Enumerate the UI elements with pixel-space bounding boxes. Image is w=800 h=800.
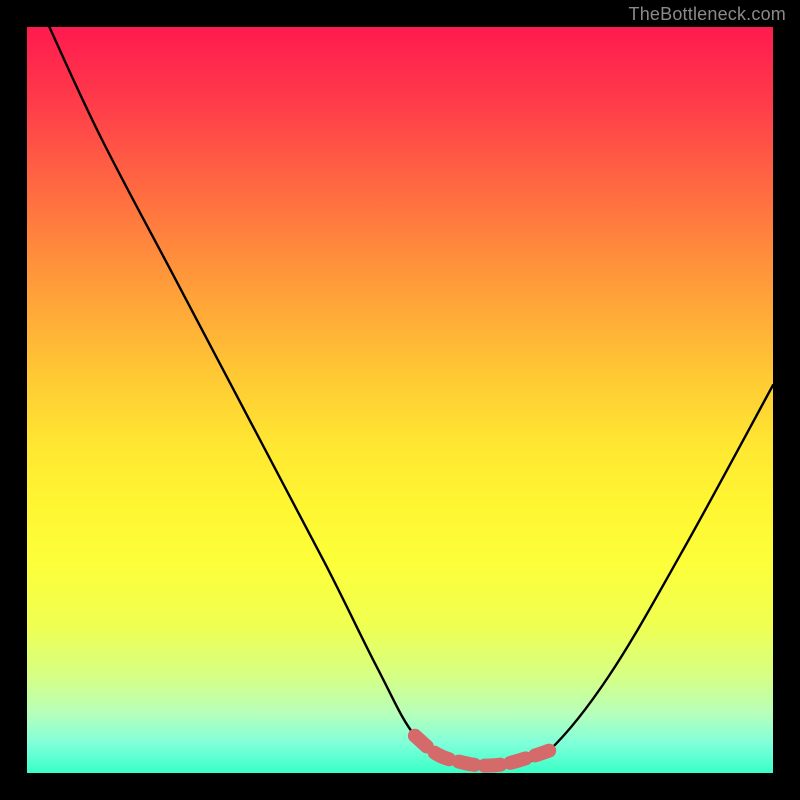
optimal-range-highlight (415, 736, 549, 766)
plot-area (27, 27, 773, 773)
attribution-label: TheBottleneck.com (629, 4, 786, 25)
curve-layer (27, 27, 773, 773)
chart-frame: TheBottleneck.com (0, 0, 800, 800)
bottleneck-curve (49, 27, 773, 766)
